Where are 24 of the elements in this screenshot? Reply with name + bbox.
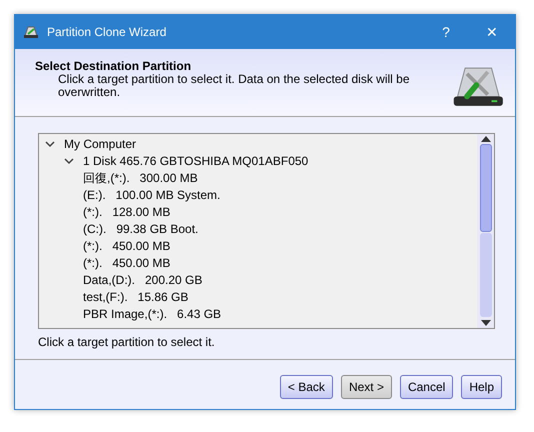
status-text: Click a target partition to select it. bbox=[38, 334, 216, 351]
chevron-down-icon[interactable] bbox=[64, 156, 74, 166]
partition-item[interactable]: (C:). 99.38 GB Boot. bbox=[83, 220, 198, 238]
tree-node[interactable]: 1 Disk 465.76 GBTOSHIBA MQ01ABF050 bbox=[83, 152, 308, 170]
help-button[interactable]: ? bbox=[423, 22, 469, 42]
next-button[interactable]: Next > bbox=[340, 375, 392, 399]
back-button[interactable]: < Back bbox=[280, 375, 333, 399]
help-button[interactable]: Help bbox=[461, 375, 502, 399]
partition-item[interactable]: test,(F:). 15.86 GB bbox=[83, 288, 188, 306]
partition-item[interactable]: (*:). 128.00 MB bbox=[83, 202, 170, 220]
header-title: Select Destination Partition bbox=[35, 59, 192, 74]
partition-item[interactable]: (E:). 100.00 MB System. bbox=[83, 186, 220, 204]
partition-item[interactable]: (*:). 450.00 MB bbox=[83, 236, 170, 254]
cancel-button[interactable]: Cancel bbox=[400, 375, 454, 399]
tree-node[interactable]: My Computer bbox=[64, 134, 136, 152]
chevron-down-icon[interactable] bbox=[45, 138, 55, 148]
partition-item[interactable]: 回復,(*:). 300.00 MB bbox=[83, 168, 198, 186]
partition-item[interactable]: (*:). 450.00 MB bbox=[83, 254, 170, 272]
header-description: Click a target partition to select it. Data on the selected disk will be overwritten. bbox=[58, 73, 411, 99]
partition-item[interactable]: PBR Image,(*:). 6.43 GB bbox=[83, 304, 222, 322]
close-button[interactable]: ✕ bbox=[469, 22, 515, 42]
window-title: Partition Clone Wizard bbox=[47, 24, 168, 41]
partition-item[interactable]: Data,(D:). 200.20 GB bbox=[83, 270, 202, 288]
scrollbar[interactable] bbox=[477, 134, 494, 328]
